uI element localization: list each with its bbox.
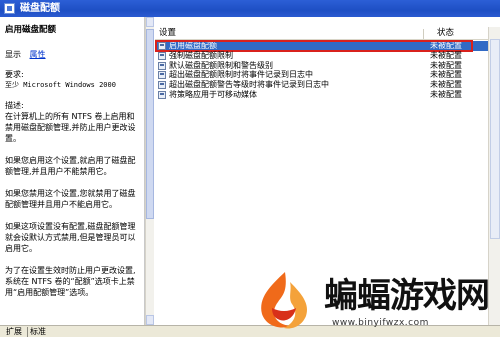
policy-setting-icon: [158, 51, 166, 60]
column-header-setting[interactable]: 设置: [159, 27, 176, 40]
scroll-up-button[interactable]: [146, 17, 154, 27]
flame-logo-icon: [261, 272, 308, 329]
show-label: 显示: [5, 50, 21, 59]
window-title: 磁盘配额: [20, 3, 60, 14]
tab-divider: [27, 327, 28, 337]
description-paragraph: 如果您启用这个设置,就启用了磁盘配额管理,并且用户不能禁用它。: [5, 156, 136, 176]
description-paragraph: 为了在设置生效时防止用户更改设置,系统在 NTFS 卷的“配额”选项卡上禁用“启…: [5, 266, 136, 297]
list-item[interactable]: 超出磁盘配额警告等级时将事件记录到日志中 未被配置: [155, 80, 500, 90]
requirements-value: 至少 Microsoft Windows 2000: [5, 81, 116, 89]
setting-heading: 启用磁盘配额: [5, 25, 57, 35]
tab-extended[interactable]: 扩展: [6, 326, 22, 337]
list-item[interactable]: 超出磁盘配额限制时将事件记录到日志中 未被配置: [155, 70, 500, 80]
show-row: 显示 属性: [5, 49, 140, 60]
settings-list: 启用磁盘配额 未被配置 强制磁盘配额限制 未被配置 默认磁盘配额限制和警告级别 …: [155, 40, 500, 100]
policy-setting-icon: [158, 71, 166, 80]
policy-setting-icon: [158, 61, 166, 70]
description-paragraph: 如果这项设置没有配置,磁盘配额管理就会设默认方式禁用,但是管理员可以启用它。: [5, 222, 136, 253]
properties-link[interactable]: 属性: [30, 50, 46, 59]
setting-name: 超出磁盘配额限制时将事件记录到日志中: [169, 70, 313, 80]
setting-name: 强制磁盘配额限制: [169, 50, 233, 60]
description-pane: 启用磁盘配额 显示 属性 要求: 至少 Microsoft Windows 20…: [0, 17, 145, 325]
policy-setting-icon: [158, 81, 166, 90]
tab-standard[interactable]: 标准: [30, 326, 46, 337]
setting-name: 超出磁盘配额警告等级时将事件记录到日志中: [169, 80, 329, 90]
description-scrollbar[interactable]: [145, 17, 154, 325]
policy-setting-icon: [158, 42, 166, 50]
setting-status: 未被配置: [430, 70, 462, 80]
list-item[interactable]: 启用磁盘配额 未被配置: [155, 40, 500, 52]
setting-name: 将策略应用于可移动媒体: [169, 89, 257, 99]
list-item[interactable]: 将策略应用于可移动媒体 未被配置: [155, 90, 500, 100]
column-divider[interactable]: [423, 29, 424, 39]
policy-setting-icon: [158, 90, 166, 99]
description-paragraph: 如果您禁用这个设置,您就禁用了磁盘配额管理并且用户不能启用它。: [5, 189, 136, 209]
setting-status: 未被配置: [430, 50, 462, 60]
description-label: 描述:: [5, 101, 24, 110]
list-item[interactable]: 默认磁盘配额限制和警告级别 未被配置: [155, 61, 500, 71]
setting-status: 未被配置: [430, 41, 462, 50]
list-header: 设置 状态: [155, 27, 500, 40]
scroll-thumb[interactable]: [490, 39, 500, 239]
setting-status: 未被配置: [430, 80, 462, 90]
scroll-down-button[interactable]: [146, 315, 154, 325]
setting-name: 启用磁盘配额: [169, 41, 217, 50]
folder-icon: [4, 3, 15, 14]
list-item[interactable]: 强制磁盘配额限制 未被配置: [155, 51, 500, 61]
setting-status: 未被配置: [430, 89, 462, 99]
list-scrollbar[interactable]: [488, 27, 500, 325]
window-titlebar: 磁盘配额: [0, 0, 500, 17]
watermark-brand: 蝙蝠游戏网: [324, 276, 490, 316]
column-header-status[interactable]: 状态: [437, 27, 454, 40]
description-paragraph: 在计算机上的所有 NTFS 卷上启用和禁用磁盘配额管理,并防止用户更改设置。: [5, 112, 136, 143]
watermark-url: www.binyifwzx.com: [332, 318, 429, 328]
requirements-label: 要求:: [5, 70, 24, 79]
scroll-thumb[interactable]: [146, 29, 154, 219]
